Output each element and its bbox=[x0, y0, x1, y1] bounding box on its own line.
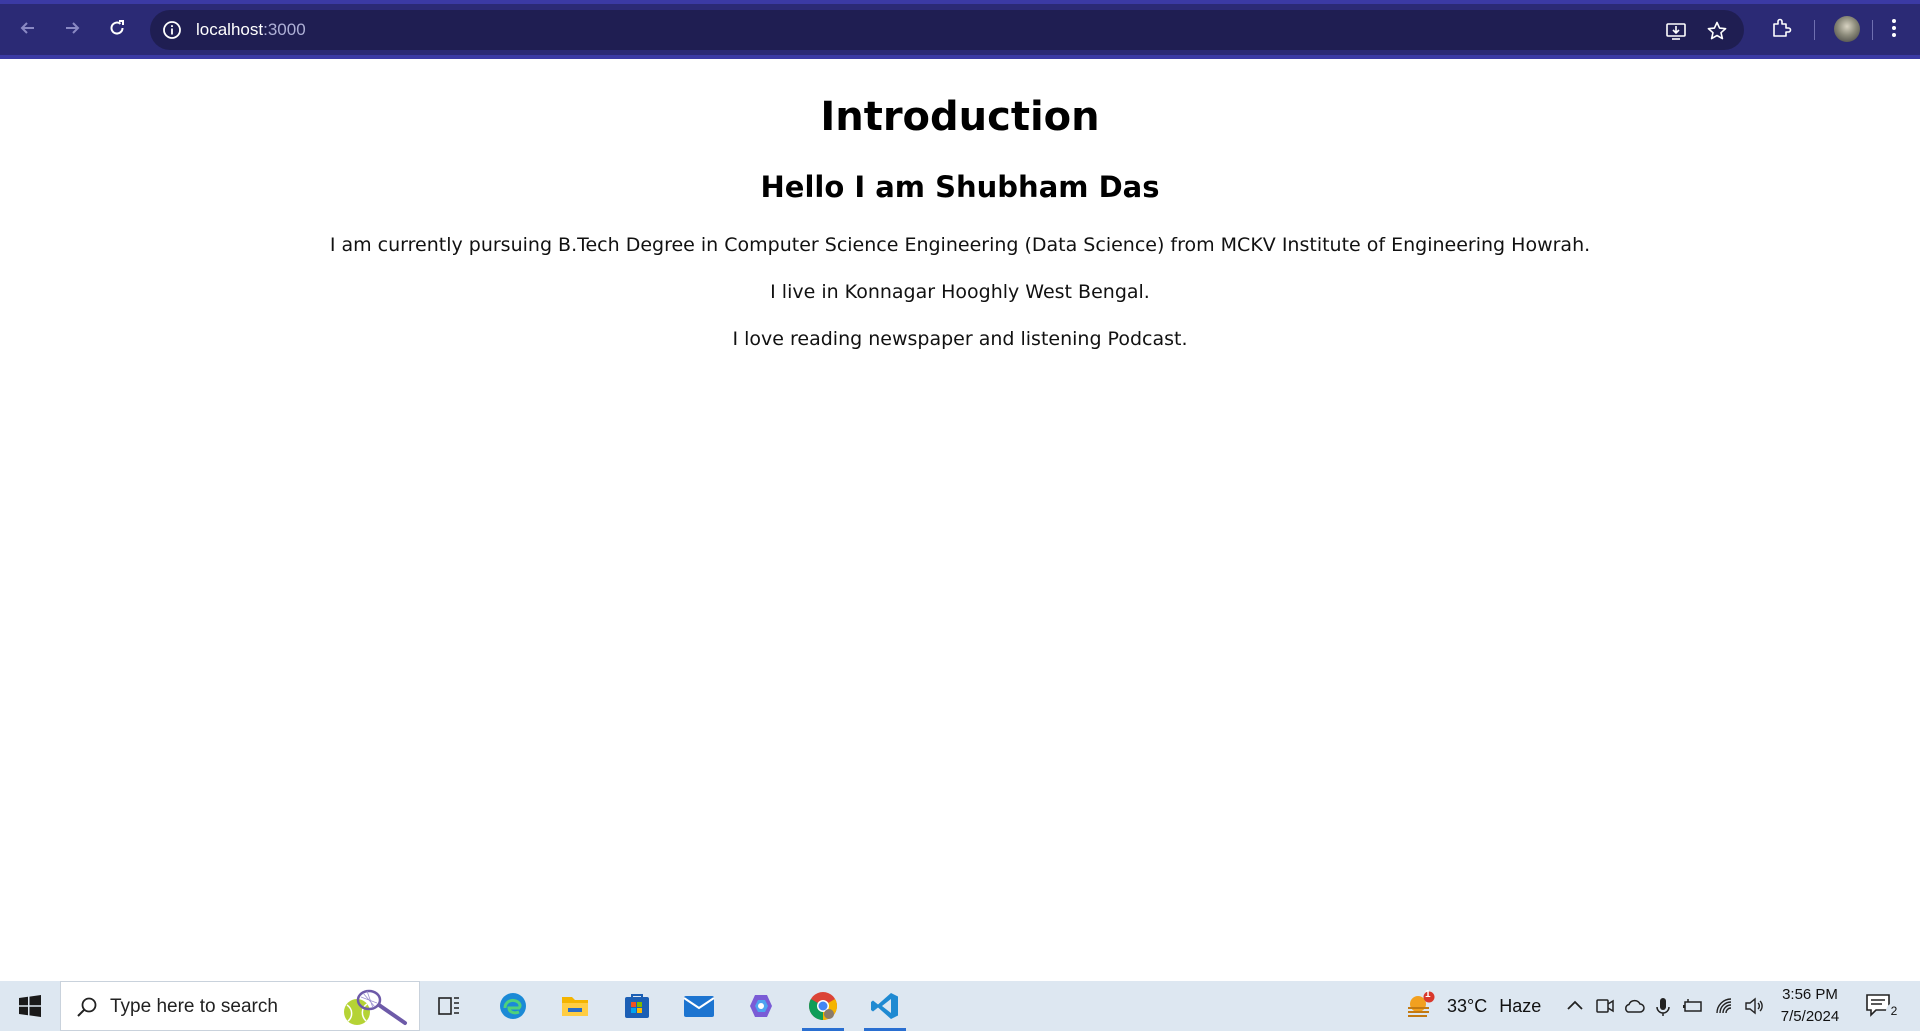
bookmark-star-icon[interactable] bbox=[1706, 20, 1728, 42]
task-view-icon bbox=[438, 997, 459, 1015]
mail-icon bbox=[683, 996, 715, 1017]
search-placeholder: Type here to search bbox=[110, 996, 278, 1017]
copilot-icon bbox=[750, 995, 772, 1017]
folder-icon bbox=[562, 997, 588, 1016]
clock-date: 7/5/2024 bbox=[1780, 1008, 1840, 1025]
hobbies-paragraph: I love reading newspaper and listening P… bbox=[732, 328, 1188, 350]
address-bar[interactable]: localhost:3000 bbox=[150, 10, 1744, 50]
url-host: localhost bbox=[196, 20, 264, 39]
start-button[interactable] bbox=[0, 981, 60, 1031]
taskbar-clock[interactable]: 3:56 PM 7/5/2024 bbox=[1760, 984, 1860, 1028]
notification-count: 2 bbox=[1886, 1003, 1902, 1019]
clock-time: 3:56 PM bbox=[1782, 986, 1838, 1003]
toolbar-separator bbox=[1814, 20, 1815, 40]
weather-widget[interactable]: 1 33°C Haze bbox=[1405, 981, 1541, 1031]
microphone-icon[interactable] bbox=[1654, 996, 1672, 1018]
profile-avatar[interactable] bbox=[1834, 16, 1860, 42]
wifi-icon[interactable] bbox=[1714, 996, 1736, 1016]
taskbar-vscode[interactable] bbox=[856, 981, 914, 1031]
site-info-icon[interactable] bbox=[162, 20, 182, 40]
location-paragraph: I live in Konnagar Hooghly West Bengal. bbox=[770, 281, 1150, 303]
weather-temperature: 33°C bbox=[1447, 995, 1488, 1016]
forward-button[interactable] bbox=[58, 14, 86, 42]
intro-paragraph: I am currently pursuing B.Tech Degree in… bbox=[329, 234, 1591, 256]
store-icon bbox=[625, 994, 649, 1018]
notification-center-button[interactable]: 2 bbox=[1864, 991, 1904, 1021]
toolbar-accent bbox=[0, 0, 1920, 4]
arrow-right-icon bbox=[66, 22, 80, 34]
taskbar-copilot[interactable] bbox=[732, 981, 790, 1031]
taskbar-mail[interactable] bbox=[670, 981, 728, 1031]
toolbar-separator bbox=[1872, 20, 1873, 40]
edge-browser-icon bbox=[500, 993, 526, 1019]
meet-now-icon[interactable] bbox=[1595, 996, 1615, 1016]
weather-alert-badge: 1 bbox=[1425, 989, 1431, 1000]
windows-taskbar: Type here to search 1 33°C Haze 3:56 PM … bbox=[0, 981, 1920, 1031]
search-icon bbox=[77, 997, 97, 1017]
more-menu-icon[interactable] bbox=[1882, 16, 1906, 40]
reload-button[interactable] bbox=[103, 14, 131, 42]
url-text[interactable]: localhost:3000 bbox=[196, 19, 306, 41]
arrow-left-icon bbox=[20, 22, 34, 34]
chevron-up-icon[interactable] bbox=[1565, 996, 1585, 1016]
url-port: :3000 bbox=[263, 20, 306, 39]
taskbar-store[interactable] bbox=[608, 981, 666, 1031]
weather-description: Haze bbox=[1499, 995, 1542, 1016]
onedrive-cloud-icon[interactable] bbox=[1623, 996, 1645, 1016]
taskbar-file-explorer[interactable] bbox=[546, 981, 604, 1031]
install-app-icon[interactable] bbox=[1665, 20, 1687, 42]
taskbar-search[interactable]: Type here to search bbox=[60, 981, 420, 1031]
reload-icon bbox=[110, 20, 124, 35]
page-title: Introduction bbox=[820, 94, 1100, 140]
battery-icon[interactable] bbox=[1682, 996, 1704, 1016]
task-view-button[interactable] bbox=[420, 981, 478, 1031]
back-button[interactable] bbox=[14, 14, 42, 42]
page-content: Introduction Hello I am Shubham Das I am… bbox=[0, 59, 1920, 981]
windows-logo-icon bbox=[19, 995, 41, 1017]
page-subtitle: Hello I am Shubham Das bbox=[760, 170, 1160, 204]
chrome-icon bbox=[809, 992, 837, 1020]
taskbar-edge[interactable] bbox=[484, 981, 542, 1031]
taskbar-chrome[interactable] bbox=[794, 981, 852, 1031]
vscode-icon bbox=[871, 993, 898, 1019]
browser-toolbar: localhost:3000 bbox=[0, 0, 1920, 59]
tennis-search-highlight-icon[interactable] bbox=[339, 985, 411, 1029]
extensions-icon[interactable] bbox=[1769, 16, 1793, 40]
